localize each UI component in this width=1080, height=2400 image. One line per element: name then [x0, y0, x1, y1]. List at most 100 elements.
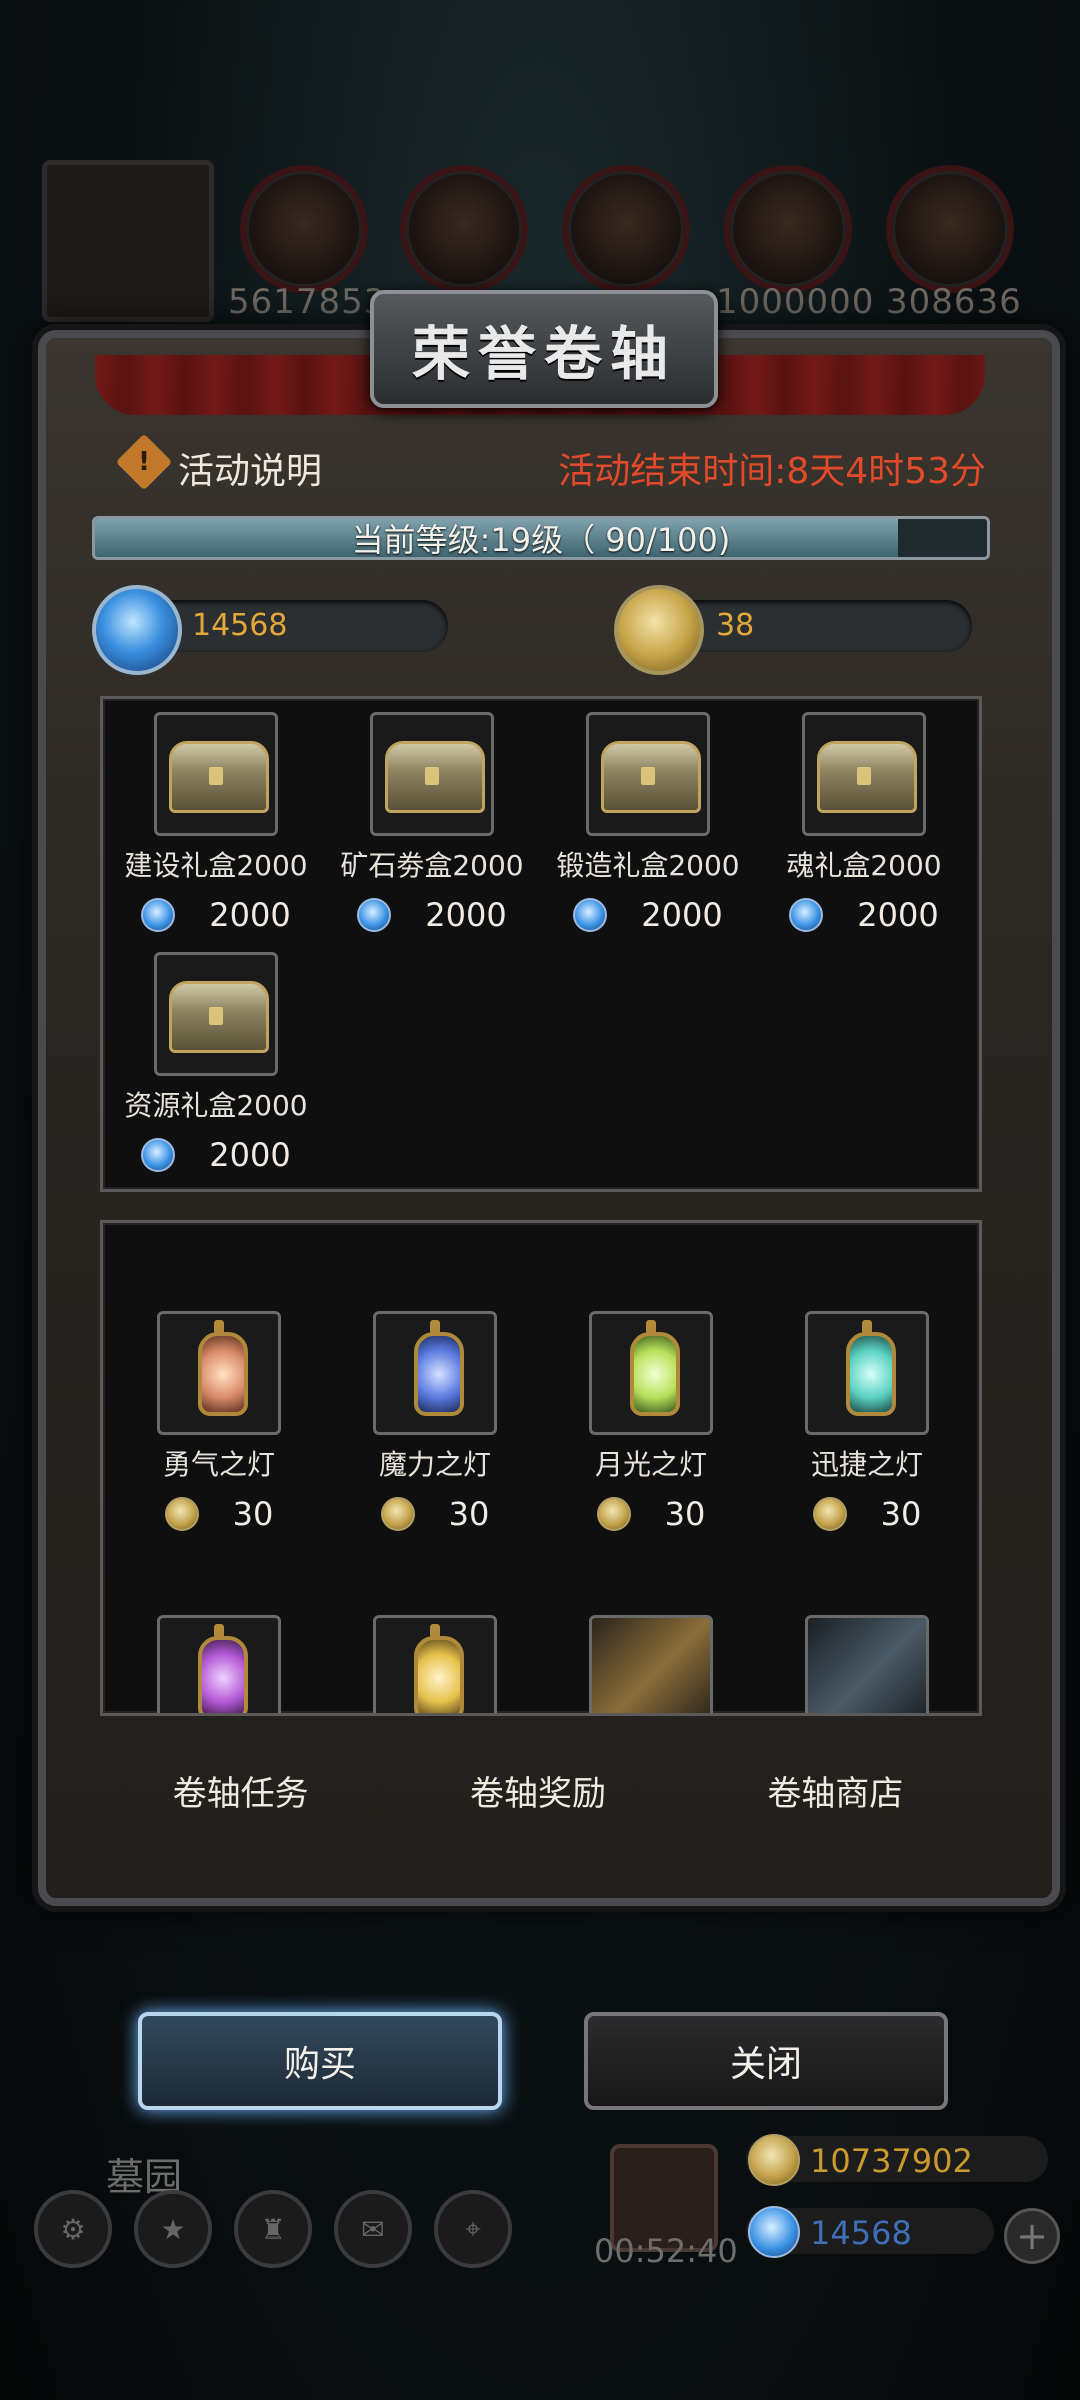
item-name: 资源礼盒2000 — [124, 1089, 308, 1122]
settings-icon[interactable]: ⚙ — [34, 2190, 112, 2268]
price-value: 30 — [664, 1495, 706, 1533]
lumber-resource-icon[interactable] — [400, 165, 528, 293]
item-name: 月光之灯 — [594, 1448, 707, 1481]
activity-end-time: 活动结束时间:8天4时53分 — [558, 451, 986, 492]
item-price: 30 — [119, 1495, 319, 1533]
stone-amount: 308636 — [886, 282, 1022, 322]
gem-shop-item[interactable]: 矿石劵盒2000 2000 — [332, 712, 532, 934]
treasure-chest-icon — [802, 712, 926, 836]
item-price: 30 — [767, 1495, 967, 1533]
crystal-amount: 1000000 — [716, 282, 875, 322]
coin-balance-box — [660, 600, 972, 652]
gem-balance-bottom: 14568 — [810, 2214, 912, 2252]
coin-shop-item[interactable]: 月光之灯 30 — [551, 1311, 751, 1533]
tab-scroll-rewards[interactable]: 卷轴奖励 — [430, 1736, 646, 1845]
tab-scroll-shop[interactable]: 卷轴商店 — [727, 1736, 943, 1845]
gem-shop-item[interactable]: 资源礼盒2000 2000 — [116, 952, 316, 1174]
item-name: 魔力之灯 — [378, 1448, 491, 1481]
gem-icon — [92, 585, 182, 675]
item-name: 魂礼盒2000 — [786, 849, 942, 882]
coin-icon — [380, 1497, 415, 1531]
map-icon[interactable]: ⌖ — [434, 2190, 512, 2268]
price-value: 2000 — [209, 896, 291, 934]
wood-amount: 5617853 — [228, 282, 387, 322]
wood-resource-icon[interactable] — [240, 165, 368, 293]
gem-balance-box — [140, 600, 448, 652]
item-price: 2000 — [116, 1136, 316, 1174]
iron-resource-icon[interactable] — [562, 165, 690, 293]
price-value: 30 — [232, 1495, 274, 1533]
price-value: 30 — [448, 1495, 490, 1533]
gem-icon — [748, 2206, 800, 2258]
item-price: 30 — [551, 1495, 751, 1533]
price-value: 2000 — [857, 896, 939, 934]
item-price: 2000 — [332, 896, 532, 934]
scroll-tabs: 卷轴任务 卷轴奖励 卷轴商店 — [92, 1730, 984, 1850]
coin-balance: 38 — [716, 608, 755, 643]
gem-icon — [141, 898, 176, 932]
item-name: 矿石劵盒2000 — [340, 849, 524, 882]
mace-icon — [805, 1615, 929, 1713]
lantern-icon — [157, 1311, 281, 1435]
close-button[interactable]: 关闭 — [584, 2012, 948, 2110]
treasure-chest-icon — [370, 712, 494, 836]
gem-shop-item[interactable]: 锻造礼盒2000 2000 — [548, 712, 748, 934]
add-gems-button[interactable]: + — [1004, 2208, 1060, 2264]
item-price: 30 — [335, 1495, 535, 1533]
coin-shop-item-partial[interactable] — [767, 1615, 967, 1713]
item-price: 2000 — [764, 896, 964, 934]
coin-icon — [164, 1497, 199, 1531]
buy-button[interactable]: 购买 — [138, 2012, 502, 2110]
lantern-icon — [805, 1311, 929, 1435]
item-price: 2000 — [116, 896, 316, 934]
price-value: 2000 — [641, 896, 723, 934]
lantern-icon — [373, 1311, 497, 1435]
gift-timer: 00:52:40 — [594, 2232, 738, 2270]
gold-icon — [748, 2134, 800, 2186]
item-name: 勇气之灯 — [162, 1448, 275, 1481]
lantern-icon — [589, 1311, 713, 1435]
coin-shop-item-partial[interactable] — [335, 1615, 535, 1713]
star-icon[interactable]: ★ — [134, 2190, 212, 2268]
gem-balance: 14568 — [192, 608, 288, 643]
item-name: 迅捷之灯 — [810, 1448, 923, 1481]
level-progress-bar: 当前等级:19级（ 90/100) — [92, 516, 990, 560]
mail-icon[interactable]: ✉ — [334, 2190, 412, 2268]
gem-shop-item[interactable]: 魂礼盒2000 2000 — [764, 712, 964, 934]
info-icon[interactable]: ! — [115, 433, 173, 491]
gem-icon — [357, 898, 392, 932]
price-value: 2000 — [209, 1136, 291, 1174]
activity-info-link[interactable]: 活动说明 — [178, 442, 322, 494]
stone-resource-icon[interactable] — [886, 165, 1014, 293]
gem-icon — [789, 898, 824, 932]
gem-shop-item[interactable]: 建设礼盒2000 2000 — [116, 712, 316, 934]
price-value: 2000 — [425, 896, 507, 934]
gem-icon — [573, 898, 608, 932]
coin-shop-item[interactable]: 勇气之灯 30 — [119, 1311, 319, 1533]
lantern-icon — [157, 1615, 281, 1713]
level-text: 当前等级:19级（ 90/100) — [351, 521, 731, 559]
gold-balance: 10737902 — [810, 2142, 973, 2180]
tab-scroll-tasks[interactable]: 卷轴任务 — [133, 1736, 349, 1845]
crystal-resource-icon[interactable] — [724, 165, 852, 293]
item-name: 建设礼盒2000 — [124, 849, 308, 882]
treasure-chest-icon — [154, 952, 278, 1076]
modal-title: 荣誉卷轴 — [411, 320, 676, 388]
coin-shop-item-partial[interactable] — [119, 1615, 319, 1713]
gem-icon — [141, 1138, 176, 1172]
player-avatar[interactable] — [42, 160, 214, 322]
coin-shop-panel[interactable]: 勇气之灯 30 魔力之灯 30 月光之灯 30 迅捷之灯 30 — [100, 1220, 982, 1716]
treasure-chest-icon — [154, 712, 278, 836]
castle-icon[interactable]: ♜ — [234, 2190, 312, 2268]
coin-shop-item[interactable]: 魔力之灯 30 — [335, 1311, 535, 1533]
lantern-icon — [373, 1615, 497, 1713]
coin-shop-item-partial[interactable] — [551, 1615, 751, 1713]
price-value: 30 — [880, 1495, 922, 1533]
treasure-chest-icon — [586, 712, 710, 836]
coin-shop-item[interactable]: 迅捷之灯 30 — [767, 1311, 967, 1533]
item-price: 2000 — [548, 896, 748, 934]
coin-icon — [596, 1497, 631, 1531]
spear-icon — [589, 1615, 713, 1713]
coin-icon — [812, 1497, 847, 1531]
coin-icon — [614, 585, 704, 675]
